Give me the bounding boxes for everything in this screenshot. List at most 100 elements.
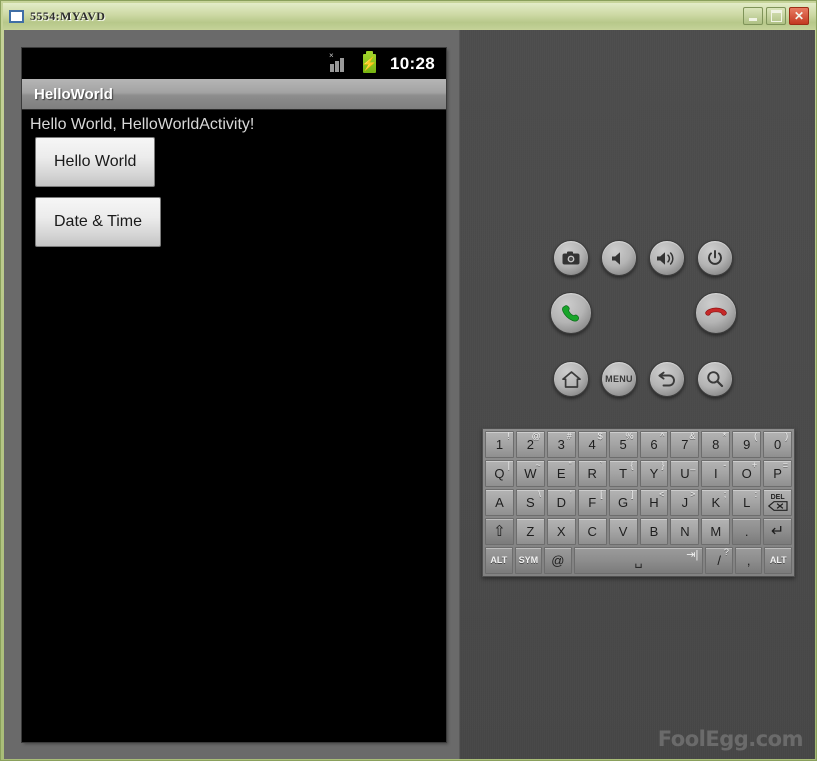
close-button[interactable]: ✕ [789,7,809,25]
key-sup-label: * [722,431,727,441]
key-sup-label: } [661,460,665,470]
key-w[interactable]: W ~ [515,460,545,487]
emulator-window: 5554:MYAVD ✕ × ⚡ 10:28 HelloWorld Hello … [0,0,817,761]
key-4[interactable]: 4 $ [577,431,607,458]
app-content: Hello World, HelloWorldActivity! Hello W… [22,110,446,257]
window-icon [9,9,24,23]
key-sup-label: : [754,489,758,499]
hello-world-button[interactable]: Hello World [35,137,156,187]
key-m[interactable]: M [701,518,731,545]
date-time-button[interactable]: Date & Time [35,197,162,247]
device-screen[interactable]: × ⚡ 10:28 HelloWorld Hello World, HelloW… [22,48,446,742]
key-5[interactable]: 5% [608,431,638,458]
key-label: ↵ [770,522,785,540]
key-period[interactable]: . [732,518,762,545]
key-shift[interactable]: ⇧ [485,518,514,545]
home-button[interactable] [553,361,589,397]
key-1[interactable]: 1! [485,431,514,458]
key-x[interactable]: X [546,518,576,545]
key-b[interactable]: B [639,518,669,545]
key-sup-label: @ [531,431,541,441]
key-label: , [746,553,751,568]
key-slash[interactable]: /? [705,547,733,574]
key-z[interactable]: Z [515,518,545,545]
key-n[interactable]: N [670,518,700,545]
key-o[interactable]: O + [732,460,762,487]
key-label: DEL [770,494,785,501]
key-g[interactable]: G] [608,489,638,516]
window-titlebar[interactable]: 5554:MYAVD ✕ [3,3,816,29]
key-3[interactable]: 3 # [546,431,576,458]
key-r[interactable]: R ` [577,460,607,487]
key-c[interactable]: C [577,518,607,545]
key-comma[interactable]: , [734,547,763,574]
key-2[interactable]: 2 @ [515,431,545,458]
key-label: N [680,524,690,539]
key-j[interactable]: J > [670,489,700,516]
key-label: K [711,495,721,510]
phone-green-icon [562,305,579,322]
key-at[interactable]: @ [544,547,572,574]
key-sup-label: ~ [535,460,541,470]
key-label: ALT [490,555,508,565]
key-label: I [713,466,718,481]
key-sup-label: ` [599,460,603,470]
key-l[interactable]: L: [732,489,762,516]
key-u[interactable]: U _ [670,460,700,487]
maximize-button[interactable] [766,7,786,25]
key-alt-left[interactable]: ALT [485,547,513,574]
delete-icon: DEL [767,494,788,511]
camera-button[interactable] [553,240,589,276]
keyboard-row-bottom: ALT SYM @ ␣ ⇥| /? , ALT [485,547,793,574]
volume-down-button[interactable] [601,240,637,276]
key-k[interactable]: K; [701,489,731,516]
key-sup-label: > [690,489,696,499]
key-f[interactable]: F[ [577,489,607,516]
emulator-keyboard[interactable]: 1! 2 @ 3 # 4 $ 5% 6 ^ 7 & 8 * 9( 0) Q | W ~ [482,428,795,577]
key-i[interactable]: I- [701,460,731,487]
key-p[interactable]: P = [763,460,793,487]
back-button[interactable] [649,361,685,397]
key-0[interactable]: 0) [763,431,793,458]
key-h[interactable]: H < [639,489,669,516]
key-6[interactable]: 6 ^ [639,431,669,458]
search-button[interactable] [697,361,733,397]
window-button-group: ✕ [743,7,809,25]
key-label: / [717,553,721,568]
key-v[interactable]: V [608,518,638,545]
key-9[interactable]: 9( [732,431,762,458]
key-y[interactable]: Y} [639,460,669,487]
key-8[interactable]: 8 * [701,431,731,458]
key-delete[interactable]: DEL [763,489,793,516]
key-d[interactable]: D ' [546,489,576,516]
key-a[interactable]: A [485,489,514,516]
key-t[interactable]: T{ [608,460,638,487]
key-label: . [744,524,749,539]
hello-world-text: Hello World, HelloWorldActivity! [30,116,255,133]
maximize-icon [770,10,782,22]
volume-up-button[interactable] [649,240,685,276]
key-enter[interactable]: ↵ [763,518,793,545]
key-sup-label: ? [723,547,729,557]
power-button[interactable] [697,240,733,276]
menu-button[interactable]: MENU [601,361,637,397]
tab-icon: ⇥| [686,549,699,561]
key-label: 3 [557,437,565,452]
menu-button-label: MENU [605,374,633,384]
emulator-controls-pane: MENU 1 ! 2 @ 3 # 4 $ 5 % 6 ^ 7 & 8 * 9 (… [459,30,815,759]
key-s[interactable]: S \ [515,489,545,516]
hardware-buttons-area: MENU [460,30,816,430]
key-e[interactable]: E " [546,460,576,487]
minimize-button[interactable] [743,7,763,25]
call-button[interactable] [550,292,592,334]
key-sup-label: < [659,489,665,499]
keyboard-row-numbers: 1! 2 @ 3 # 4 $ 5% 6 ^ 7 & 8 * 9( 0) [485,431,793,458]
key-7[interactable]: 7 & [670,431,700,458]
key-sym[interactable]: SYM [514,547,543,574]
key-label: F [588,495,597,510]
window-title: 5554:MYAVD [30,8,106,23]
key-space[interactable]: ␣ ⇥| [573,547,704,574]
key-q[interactable]: Q | [485,460,514,487]
end-call-button[interactable] [695,292,737,334]
key-alt-right[interactable]: ALT [764,547,793,574]
